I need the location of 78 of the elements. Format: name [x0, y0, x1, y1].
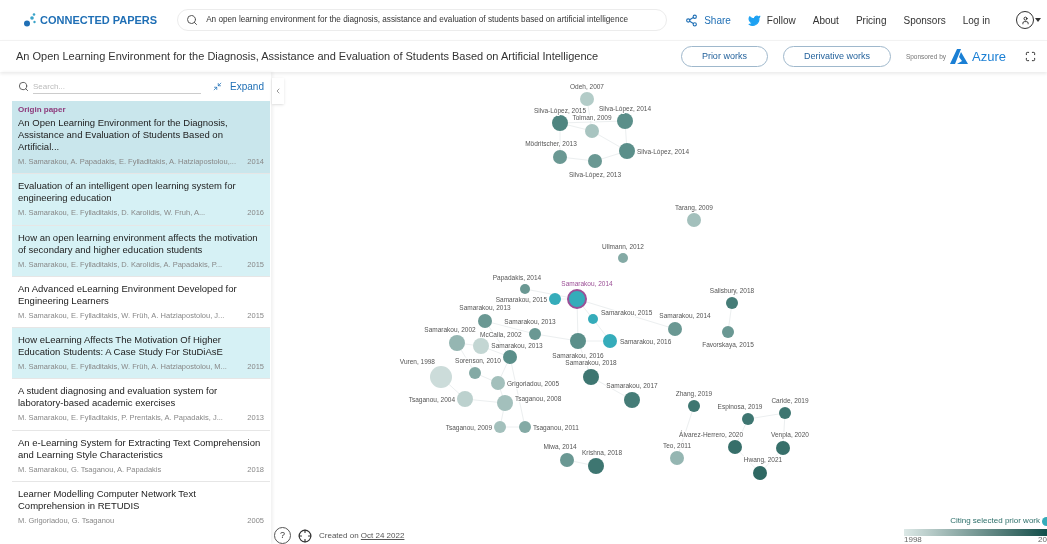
- paper-title: How an open learning environment affects the motivation of secondary and higher education students: [18, 231, 259, 256]
- graph-node[interactable]: [553, 150, 567, 164]
- graph-node[interactable]: [588, 458, 604, 474]
- crosshair-icon[interactable]: [298, 528, 312, 543]
- sidebar-search-field[interactable]: Search...: [33, 79, 201, 94]
- graph-node[interactable]: [560, 453, 574, 467]
- expand-icon: [213, 82, 223, 91]
- graph-node[interactable]: [449, 335, 465, 351]
- graph-node[interactable]: [497, 395, 513, 411]
- graph-node[interactable]: [588, 314, 598, 324]
- graph-node[interactable]: [618, 253, 628, 263]
- graph-node[interactable]: [585, 124, 599, 138]
- user-icon: [1020, 15, 1030, 25]
- bird-icon: [747, 13, 761, 27]
- graph-node[interactable]: [742, 413, 754, 425]
- graph-node[interactable]: [567, 289, 587, 309]
- graph-node[interactable]: [469, 367, 481, 379]
- created-text: Created on Oct 24 2022: [319, 529, 405, 542]
- graph-node[interactable]: [519, 421, 531, 433]
- date-link[interactable]: Oct 24 2022: [360, 530, 405, 540]
- nav-link[interactable]: About: [812, 12, 839, 28]
- graph-node[interactable]: [520, 284, 530, 294]
- graph-node[interactable]: [624, 392, 640, 408]
- graph-node[interactable]: [726, 297, 738, 309]
- graph-node[interactable]: [580, 92, 594, 106]
- nav-link[interactable]: Log in: [962, 12, 990, 28]
- paper-title: An Open Learning Environment for the Diagnosis, Assistance and Evaluation of Students Based on Artificial...: [18, 117, 229, 153]
- legend-end-year: 20: [1038, 536, 1047, 544]
- share-icon: [685, 13, 699, 27]
- graph-node[interactable]: [552, 115, 568, 131]
- graph-node[interactable]: [588, 154, 602, 168]
- origin-label: Origin paper: [18, 105, 67, 115]
- graph-node[interactable]: [549, 293, 561, 305]
- legend-start-year: 1998: [904, 536, 922, 544]
- graph-node[interactable]: [619, 143, 635, 159]
- search-icon: [186, 14, 199, 26]
- graph-node[interactable]: [491, 376, 505, 390]
- paper-title: Learner Modelling Computer Network Text Comprehension in RETUDIS: [18, 487, 197, 512]
- paper-title-heading: An Open Learning Environment for the Diagnosis, Assistance and Evaluation of Students Based on Artificial Intelligence: [16, 49, 599, 65]
- graph-node[interactable]: [688, 400, 700, 412]
- graph-node[interactable]: [670, 451, 684, 465]
- nav-link[interactable]: Follow: [747, 12, 796, 28]
- graph-node[interactable]: [722, 326, 734, 338]
- legend-label: Citing selected prior work: [950, 515, 1040, 527]
- graph-node[interactable]: [494, 421, 506, 433]
- fullscreen-icon: [1024, 51, 1036, 62]
- expand-button[interactable]: Expand: [213, 79, 264, 94]
- graph-node[interactable]: [583, 369, 599, 385]
- graph-node[interactable]: [570, 333, 586, 349]
- paper-title: How eLearning Affects The Motivation Of Higher Education Students: A Case Study For StuDiAsE: [18, 334, 224, 358]
- graph-node[interactable]: [776, 441, 790, 455]
- graph-node[interactable]: [478, 314, 492, 328]
- sponsor-logo-icon: [950, 49, 969, 64]
- graph-node[interactable]: [503, 350, 517, 364]
- graph-node[interactable]: [753, 466, 767, 480]
- sponsor-name: Azure: [972, 47, 1006, 66]
- graph-node[interactable]: [687, 213, 701, 227]
- nav-link[interactable]: Sponsors: [903, 12, 946, 28]
- paper-title: Evaluation of an intelligent open learning system for engineering education: [18, 180, 237, 205]
- search-icon: [18, 81, 29, 92]
- graph-node[interactable]: [779, 407, 791, 419]
- caret-icon: [1035, 18, 1041, 22]
- nav-link[interactable]: Share: [685, 12, 731, 28]
- logo-text: CONNECTED PAPERS: [40, 12, 158, 28]
- graph-node[interactable]: [603, 334, 617, 348]
- graph-node[interactable]: [668, 322, 682, 336]
- graph-node[interactable]: [529, 328, 541, 340]
- paper-title: An Advanced eLearning Environment Developed for Engineering Learners: [18, 282, 238, 307]
- graph-node[interactable]: [728, 440, 742, 454]
- logo-icon: [24, 13, 36, 27]
- graph-node[interactable]: [430, 366, 452, 388]
- paper-title: An e-Learning System for Extracting Text Comprehension and Learning Style Characteristics: [18, 436, 262, 461]
- paper-title: A student diagnosing and evaluation system for laboratory-based academic exercises: [18, 385, 219, 410]
- graph-node[interactable]: [473, 338, 489, 354]
- graph-node[interactable]: [617, 113, 633, 129]
- nav-link[interactable]: Pricing: [855, 12, 887, 28]
- chevron-left-icon: [274, 87, 282, 95]
- graph-node[interactable]: [457, 391, 473, 407]
